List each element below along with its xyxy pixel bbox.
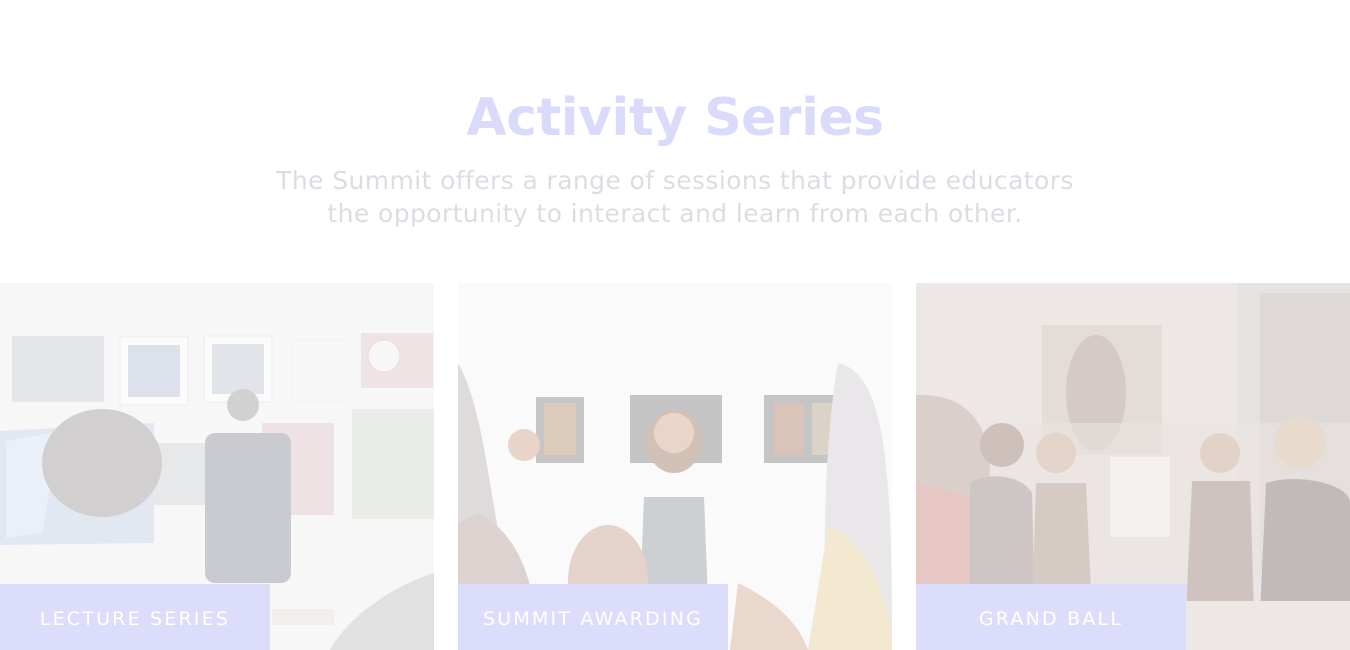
description-line-2: the opportunity to interact and learn fr… [327,199,1023,228]
description-line-1: The Summit offers a range of sessions th… [276,166,1074,195]
card-summit-awarding[interactable]: SUMMIT AWARDING [458,283,892,650]
card-label: SUMMIT AWARDING [482,608,704,630]
card-label: GRAND BALL [978,608,1124,630]
card-lecture-series[interactable]: LECTURE SERIES [0,283,434,650]
card-grand-ball[interactable]: GRAND BALL [916,283,1350,650]
lecture-series-button[interactable]: LECTURE SERIES [0,584,270,650]
section-title: Activity Series [466,88,884,148]
activity-series-section: Activity Series The Summit offers a rang… [0,0,1350,650]
summit-awarding-button[interactable]: SUMMIT AWARDING [458,584,728,650]
section-description: The Summit offers a range of sessions th… [275,164,1075,230]
grand-ball-button[interactable]: GRAND BALL [916,584,1186,650]
card-label: LECTURE SERIES [39,608,231,630]
